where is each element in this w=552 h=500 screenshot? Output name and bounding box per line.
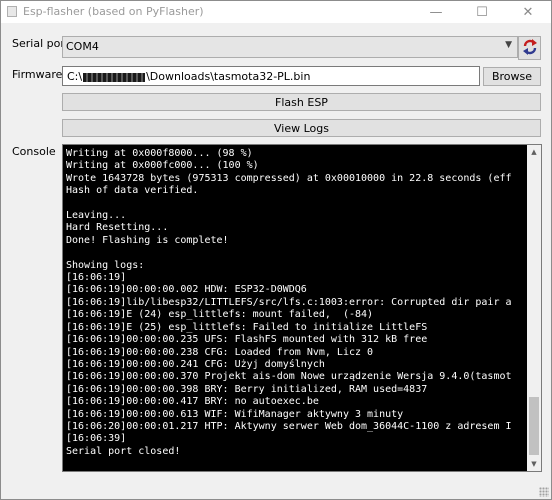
app-icon [7, 6, 17, 17]
resize-grip-icon[interactable] [539, 487, 549, 497]
scroll-down-icon[interactable]: ▼ [527, 457, 541, 471]
serial-port-label: Serial port [12, 37, 70, 50]
console-output[interactable]: Writing at 0x000f8000... (98 %) Writing … [62, 144, 542, 472]
console-log-text: Writing at 0x000f8000... (98 %) Writing … [66, 148, 512, 457]
refresh-arrows-icon [521, 38, 539, 59]
redacted-username [83, 72, 146, 82]
chevron-down-icon: ▼ [505, 40, 512, 50]
serial-port-value: COM4 [66, 40, 99, 53]
flasher-window: Esp-flasher (based on PyFlasher) — ☐ ✕ S… [0, 0, 552, 500]
serial-port-select[interactable]: COM4 ▼ [62, 36, 518, 58]
firmware-path-text: C:\ \Downloads\tasmota32-PL.bin [67, 70, 310, 83]
refresh-ports-button[interactable] [518, 36, 541, 60]
title-bar[interactable]: Esp-flasher (based on PyFlasher) — ☐ ✕ [1, 1, 551, 23]
firmware-label: Firmware [12, 68, 63, 81]
console-scrollbar[interactable]: ▲ ▼ [527, 145, 541, 471]
view-logs-button[interactable]: View Logs [62, 119, 541, 137]
firmware-path-suffix: \Downloads\tasmota32-PL.bin [146, 70, 311, 83]
scrollbar-thumb[interactable] [529, 397, 539, 455]
console-label: Console [12, 145, 56, 158]
minimize-button[interactable]: — [413, 1, 459, 23]
firmware-path-prefix: C:\ [67, 70, 83, 83]
firmware-path-field[interactable]: C:\ \Downloads\tasmota32-PL.bin [62, 66, 480, 86]
window-title: Esp-flasher (based on PyFlasher) [23, 5, 204, 18]
flash-esp-button[interactable]: Flash ESP [62, 93, 541, 111]
close-button[interactable]: ✕ [505, 1, 551, 23]
browse-button[interactable]: Browse [483, 67, 541, 86]
scroll-up-icon[interactable]: ▲ [527, 145, 541, 159]
maximize-button[interactable]: ☐ [459, 1, 505, 23]
